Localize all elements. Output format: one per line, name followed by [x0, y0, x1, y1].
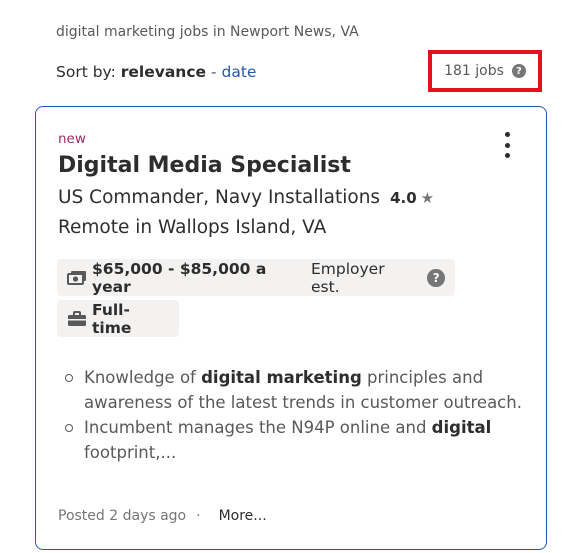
sort-option-date[interactable]: date [222, 63, 257, 81]
job-card[interactable]: new Digital Media Specialist US Commande… [35, 106, 547, 550]
sort-separator: - [210, 63, 217, 81]
job-type-label: Full-time [92, 300, 132, 337]
more-link[interactable]: More... [219, 508, 267, 524]
salary-estimate-note: Employer est. [310, 259, 385, 296]
snippet-item: Knowledge of digital marketing principle… [65, 365, 524, 415]
briefcase-icon [67, 310, 87, 327]
job-title[interactable]: Digital Media Specialist [58, 153, 351, 178]
money-bill-icon [67, 270, 87, 286]
company-name[interactable]: US Commander, Navy Installations [58, 187, 380, 208]
salary-range: $65,000 - $85,000 a year [92, 259, 267, 296]
card-footer: Posted 2 days ago · More... [58, 508, 267, 524]
sort-row: Sort by: relevance - date [56, 63, 256, 81]
job-location: Remote in Wallops Island, VA [58, 217, 327, 238]
job-count-help-icon[interactable]: ? [511, 64, 526, 78]
job-snippet: Knowledge of digital marketing principle… [58, 365, 524, 465]
star-icon: ★ [420, 189, 435, 207]
search-context-label: digital marketing jobs in Newport News, … [56, 24, 359, 40]
job-type-chip: Full-time [57, 300, 179, 337]
kebab-menu-icon[interactable] [501, 132, 513, 158]
sort-prefix: Sort by: [56, 63, 116, 81]
posted-date: Posted 2 days ago [58, 508, 187, 524]
new-badge: new [58, 131, 86, 147]
footer-separator: · [196, 508, 201, 524]
snippet-item: Incumbent manages the N94P online and di… [65, 415, 524, 465]
salary-help-icon[interactable]: ? [427, 268, 445, 287]
sort-option-relevance: relevance [120, 63, 207, 81]
company-rating: 4.0 [390, 189, 417, 207]
company-row: US Commander, Navy Installations 4.0 ★ [58, 187, 434, 208]
salary-chip: $65,000 - $85,000 a year Employer est. ? [57, 259, 455, 296]
job-count-highlight: 181 jobs ? [428, 50, 542, 92]
job-count: 181 jobs [444, 63, 504, 79]
